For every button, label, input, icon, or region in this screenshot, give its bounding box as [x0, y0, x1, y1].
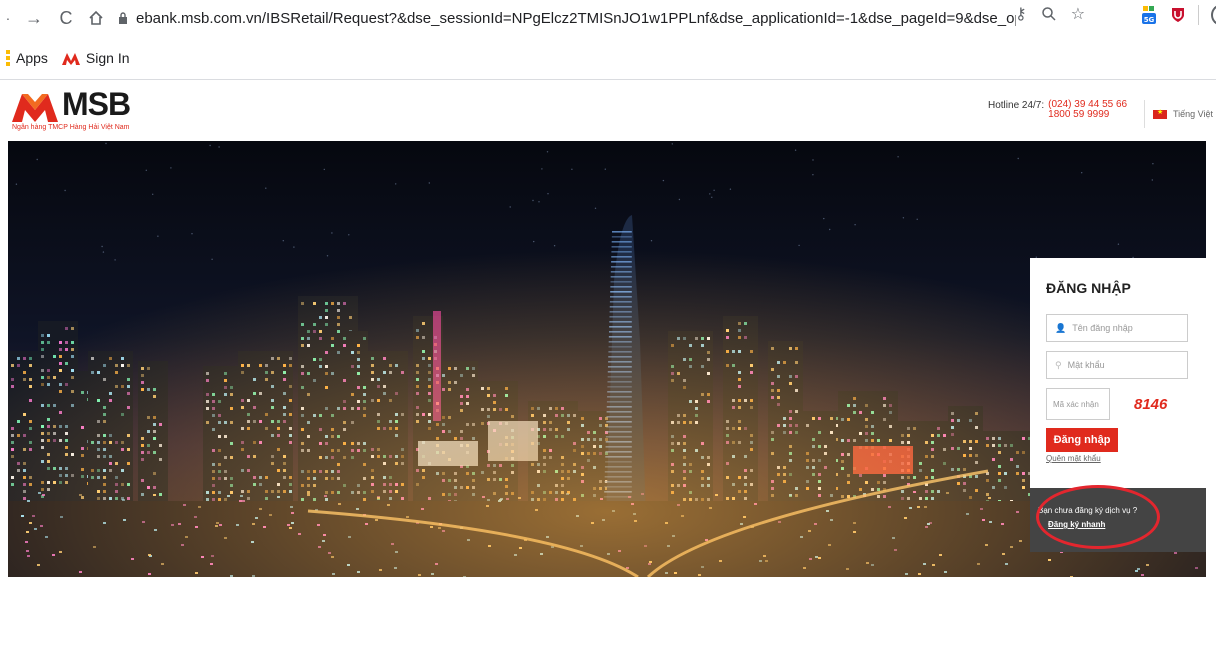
logo-text: MSB [62, 86, 131, 122]
hotline-number[interactable]: 1800 59 9999 [1048, 109, 1109, 120]
omnibox-actions: ⚷ ☆ [1015, 4, 1085, 24]
username-placeholder: Tên đăng nhập [1072, 323, 1133, 333]
hotline-label: Hotline 24/7: [988, 100, 1045, 111]
msb-logo[interactable]: MSB [12, 86, 131, 123]
hero-city-image [8, 141, 1206, 577]
address-bar[interactable]: ebank.msb.com.vn/IBSRetail/Request?&dse_… [118, 4, 1118, 32]
back-button[interactable]: · [0, 4, 16, 32]
password-input[interactable]: ⚲ Mật khẩu [1046, 351, 1188, 379]
forward-button[interactable]: → [20, 4, 48, 32]
captcha-input[interactable]: Mã xác nhận [1046, 388, 1110, 420]
site-header: MSB Ngân hàng TMCP Hàng Hải Việt Nam Hot… [8, 80, 1216, 140]
shield-extension-icon[interactable] [1170, 6, 1186, 24]
arrow-right-icon: → [25, 7, 43, 28]
password-placeholder: Mật khẩu [1067, 360, 1105, 370]
bookmark-apps[interactable]: Apps [16, 50, 48, 66]
login-button[interactable]: Đăng nhập [1046, 428, 1118, 452]
browser-toolbar: · → C ebank.msb.com.vn/IBSRetail/Request… [0, 0, 1216, 36]
star-icon[interactable]: ☆ [1071, 4, 1085, 24]
lock-icon [119, 11, 127, 24]
username-input[interactable]: 👤 Tên đăng nhập [1046, 314, 1188, 342]
captcha-placeholder: Mã xác nhận [1053, 399, 1099, 409]
reload-icon: C [59, 7, 73, 28]
zoom-icon[interactable] [1041, 6, 1057, 22]
language-selector[interactable]: Tiếng Việt [1144, 100, 1216, 128]
profile-avatar-icon[interactable] [1211, 4, 1216, 26]
msb-logo-mark-icon [12, 93, 58, 122]
5g-extension-icon[interactable]: 5G [1140, 5, 1158, 25]
home-icon [89, 10, 103, 25]
user-icon: 👤 [1055, 322, 1067, 333]
login-title: ĐĂNG NHẬP [1046, 280, 1131, 296]
svg-text:5G: 5G [1144, 16, 1155, 24]
back-arrow-icon: · [5, 10, 11, 26]
apps-grid-icon [6, 50, 10, 66]
forgot-password-link[interactable]: Quên mật khẩu [1046, 454, 1101, 463]
key-icon[interactable]: ⚷ [1015, 4, 1027, 24]
language-label: Tiếng Việt [1173, 109, 1214, 119]
hotline-numbers: (024) 39 44 55 66 1800 59 9999 [1048, 100, 1127, 120]
highlight-circle [1036, 485, 1160, 549]
reload-button[interactable]: C [52, 4, 80, 32]
logo-subtitle: Ngân hàng TMCP Hàng Hải Việt Nam [12, 124, 130, 131]
url-text: ebank.msb.com.vn/IBSRetail/Request?&dse_… [136, 9, 1016, 27]
key-icon: ⚲ [1055, 359, 1062, 370]
toolbar-divider [1198, 5, 1199, 25]
hotline: Hotline 24/7: (024) 39 44 55 66 1800 59 … [988, 100, 1127, 120]
captcha-code: 8146 [1134, 396, 1168, 413]
home-button[interactable] [82, 4, 110, 32]
bookmark-sign-in[interactable]: Sign In [61, 50, 130, 66]
bookmarks-bar: Apps Sign In [0, 44, 1216, 72]
extensions: 5G [1140, 4, 1216, 26]
vietnam-flag-icon [1153, 108, 1167, 119]
msb-favicon-icon [61, 53, 80, 65]
